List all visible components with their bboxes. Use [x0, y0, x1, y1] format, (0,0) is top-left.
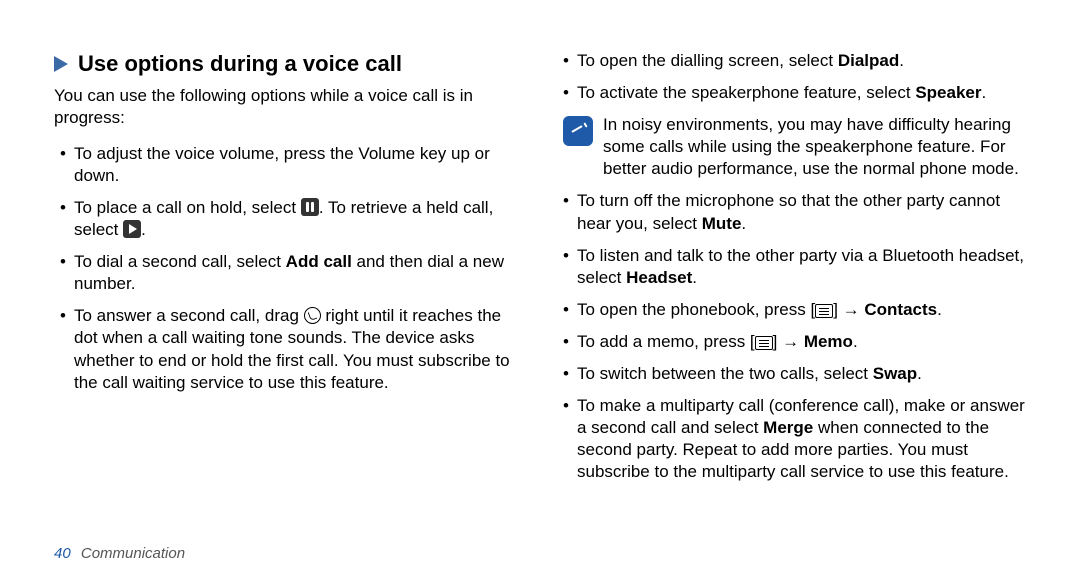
section-heading: Use options during a voice call — [54, 50, 527, 79]
page-number: 40 — [54, 545, 71, 562]
menu-key-icon — [755, 336, 773, 350]
right-bullet-list-bottom: To turn off the microphone so that the o… — [557, 190, 1030, 483]
section-name: Communication — [81, 545, 185, 562]
chevron-right-icon — [54, 56, 68, 72]
list-item: To turn off the microphone so that the o… — [557, 190, 1030, 234]
list-item: To make a multiparty call (conference ca… — [557, 395, 1030, 483]
left-bullet-list: To adjust the voice volume, press the Vo… — [54, 143, 527, 394]
left-column: Use options during a voice call You can … — [54, 50, 527, 494]
intro-text: You can use the following options while … — [54, 85, 527, 129]
list-item: To open the phonebook, press [] → Contac… — [557, 299, 1030, 321]
right-bullet-list-top: To open the dialling screen, select Dial… — [557, 50, 1030, 104]
note-text: In noisy environments, you may have diff… — [603, 114, 1030, 180]
list-item: To adjust the voice volume, press the Vo… — [54, 143, 527, 187]
note-callout: In noisy environments, you may have diff… — [557, 114, 1030, 180]
heading-text: Use options during a voice call — [78, 50, 402, 79]
page-footer: 40 Communication — [54, 545, 185, 562]
list-item: To add a memo, press [] → Memo. — [557, 331, 1030, 353]
page-columns: Use options during a voice call You can … — [54, 50, 1030, 494]
list-item: To place a call on hold, select . To ret… — [54, 197, 527, 241]
list-item: To activate the speakerphone feature, se… — [557, 82, 1030, 104]
right-column: To open the dialling screen, select Dial… — [557, 50, 1030, 494]
list-item: To answer a second call, drag right unti… — [54, 305, 527, 393]
menu-key-icon — [815, 304, 833, 318]
pause-icon — [301, 198, 319, 216]
list-item: To listen and talk to the other party vi… — [557, 245, 1030, 289]
list-item: To switch between the two calls, select … — [557, 363, 1030, 385]
play-icon — [123, 220, 141, 238]
note-icon — [563, 116, 593, 146]
list-item: To dial a second call, select Add call a… — [54, 251, 527, 295]
list-item: To open the dialling screen, select Dial… — [557, 50, 1030, 72]
call-drag-icon — [304, 307, 321, 324]
